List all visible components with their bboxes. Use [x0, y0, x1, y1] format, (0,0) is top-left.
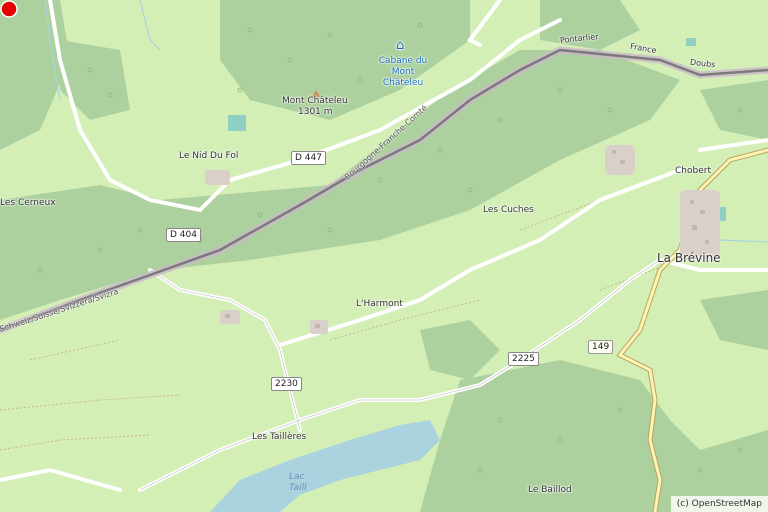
lake-label-partial: Taill	[289, 483, 307, 493]
les-cerneux-label: Les Cerneux	[0, 198, 56, 208]
chobert-label: Chobert	[675, 166, 711, 176]
road-shield-2230: 2230	[271, 377, 302, 391]
mont-chateleu-elevation: 1301 m	[298, 107, 333, 117]
road-shield-d404: D 404	[166, 228, 201, 242]
lake-label: Lac	[289, 472, 305, 482]
road-shield-d447: D 447	[291, 151, 326, 165]
le-baillod-label: Le Baillod	[528, 485, 572, 495]
le-nid-du-fol-label: Le Nid Du Fol	[179, 151, 239, 161]
les-cuches-label: Les Cuches	[483, 205, 534, 215]
mont-chateleu-label: Mont Châteleu	[282, 96, 348, 106]
map-attribution[interactable]: (c) OpenStreetMap	[670, 496, 768, 512]
l-harmont-label: L'Harmont	[356, 299, 403, 309]
les-taillieres-label: Les Taillères	[252, 432, 307, 442]
road-shield-149: 149	[588, 340, 614, 354]
la-brevine-label: La Brévine	[657, 251, 721, 265]
cabane-label: Cabane du Mont Châteleu	[378, 56, 428, 88]
map-canvas[interactable]: ⌂ Cabane du Mont Châteleu Mont Châteleu …	[0, 0, 768, 512]
location-marker-icon[interactable]	[0, 0, 18, 18]
road-shield-2225: 2225	[508, 352, 539, 366]
shelter-icon[interactable]: ⌂	[396, 39, 404, 52]
